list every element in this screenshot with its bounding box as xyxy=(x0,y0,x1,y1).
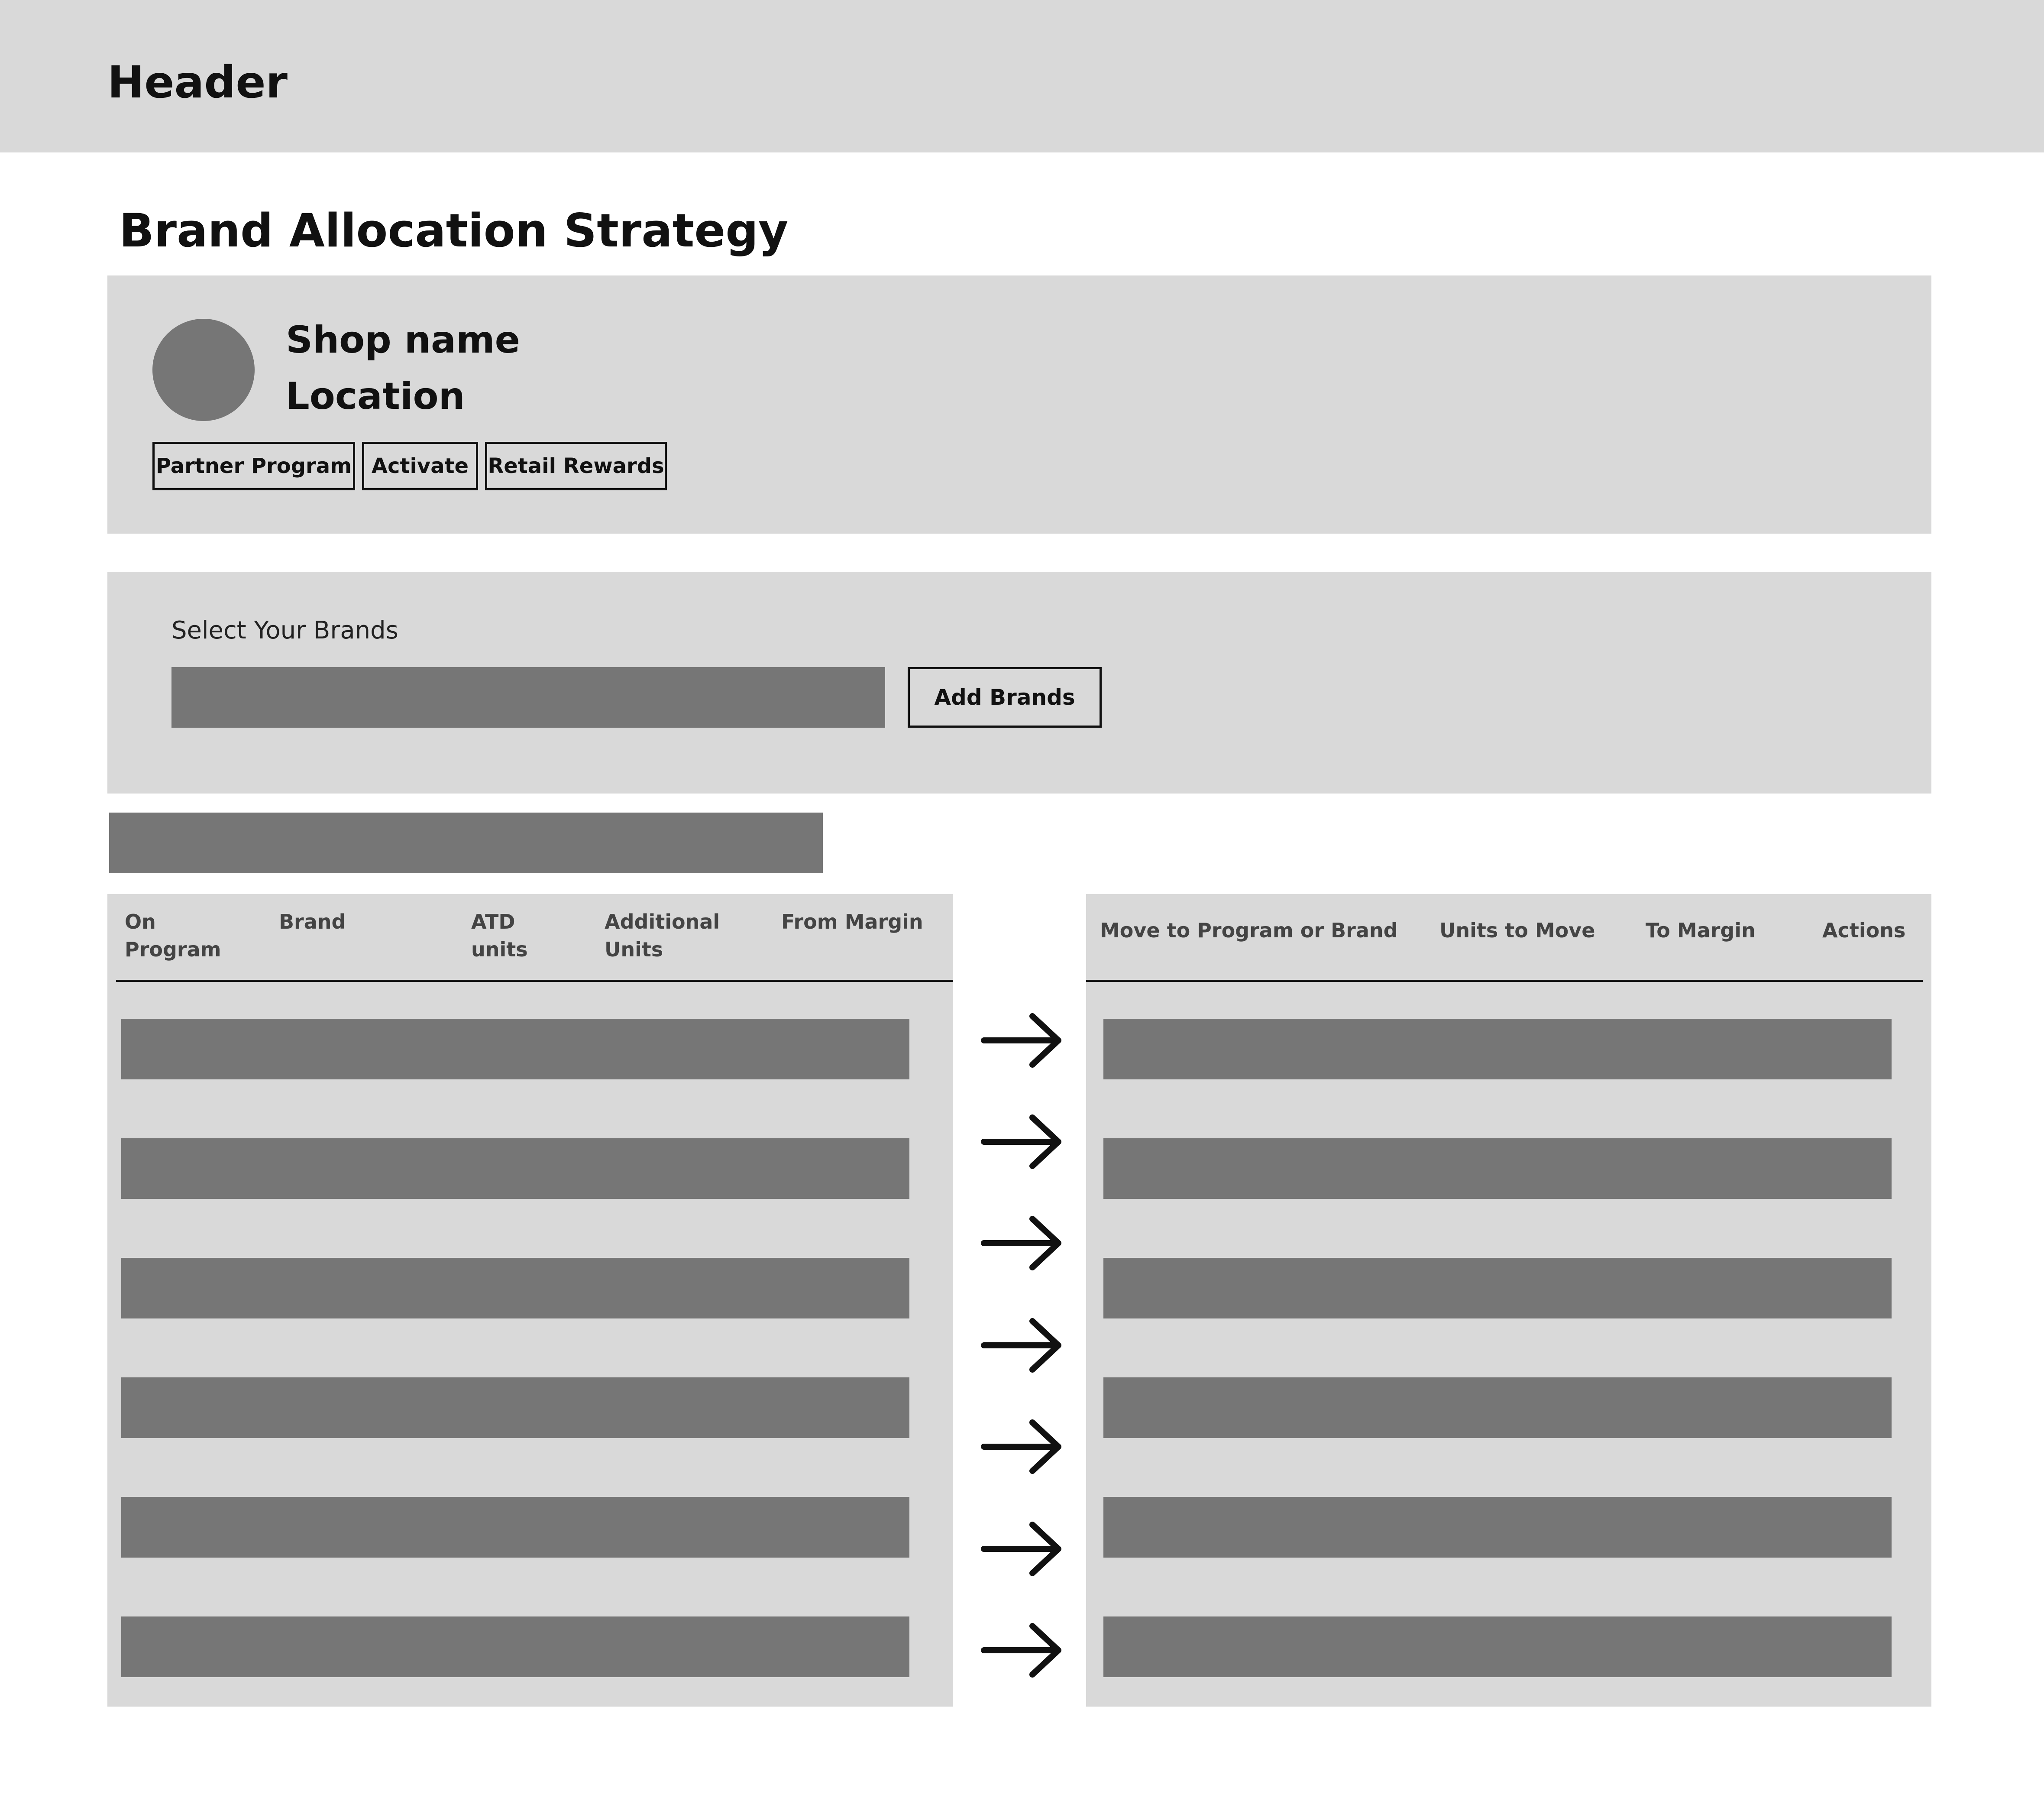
brand-select-input[interactable] xyxy=(171,667,885,728)
arrow-right-icon xyxy=(981,1216,1061,1270)
table-row[interactable] xyxy=(121,1497,909,1558)
tag-activate[interactable]: Activate xyxy=(362,442,478,490)
col-units-to-move: Units to Move xyxy=(1439,919,1595,942)
col-from-margin: From Margin xyxy=(781,910,923,933)
header-bar xyxy=(0,0,2044,152)
shop-name: Shop name xyxy=(286,318,520,362)
col-atd-units: ATD units xyxy=(471,910,528,961)
table-right-header-divider xyxy=(1086,980,1923,982)
table-left-header-divider xyxy=(116,980,953,982)
table-row[interactable] xyxy=(121,1138,909,1199)
col-on-program: On Program xyxy=(125,910,221,961)
filter-bar[interactable] xyxy=(109,813,823,873)
table-row[interactable] xyxy=(1103,1138,1892,1199)
table-row[interactable] xyxy=(1103,1019,1892,1079)
col-brand: Brand xyxy=(279,910,346,933)
col-to-margin: To Margin xyxy=(1646,919,1756,942)
table-row[interactable] xyxy=(121,1616,909,1677)
select-brands-label: Select Your Brands xyxy=(171,616,398,645)
arrow-right-icon xyxy=(981,1013,1061,1068)
table-row[interactable] xyxy=(1103,1377,1892,1438)
page-title: Brand Allocation Strategy xyxy=(119,204,789,257)
table-row[interactable] xyxy=(121,1258,909,1318)
table-row[interactable] xyxy=(121,1019,909,1079)
add-brands-button[interactable]: Add Brands xyxy=(908,667,1102,728)
arrow-right-icon xyxy=(981,1623,1061,1678)
shop-location: Location xyxy=(286,375,465,418)
avatar xyxy=(152,319,255,421)
col-additional-units: Additional Units xyxy=(605,910,720,961)
table-row[interactable] xyxy=(121,1377,909,1438)
arrow-right-icon xyxy=(981,1522,1061,1576)
table-row[interactable] xyxy=(1103,1616,1892,1677)
col-actions: Actions xyxy=(1822,919,1906,942)
arrow-right-icon xyxy=(981,1419,1061,1474)
table-row[interactable] xyxy=(1103,1497,1892,1558)
tag-partner-program[interactable]: Partner Program xyxy=(152,442,355,490)
arrow-right-icon xyxy=(981,1318,1061,1373)
table-row[interactable] xyxy=(1103,1258,1892,1318)
tag-retail-rewards[interactable]: Retail Rewards xyxy=(485,442,667,490)
arrow-right-icon xyxy=(981,1114,1061,1169)
header-title: Header xyxy=(107,57,288,108)
col-move-to: Move to Program or Brand xyxy=(1100,919,1398,942)
